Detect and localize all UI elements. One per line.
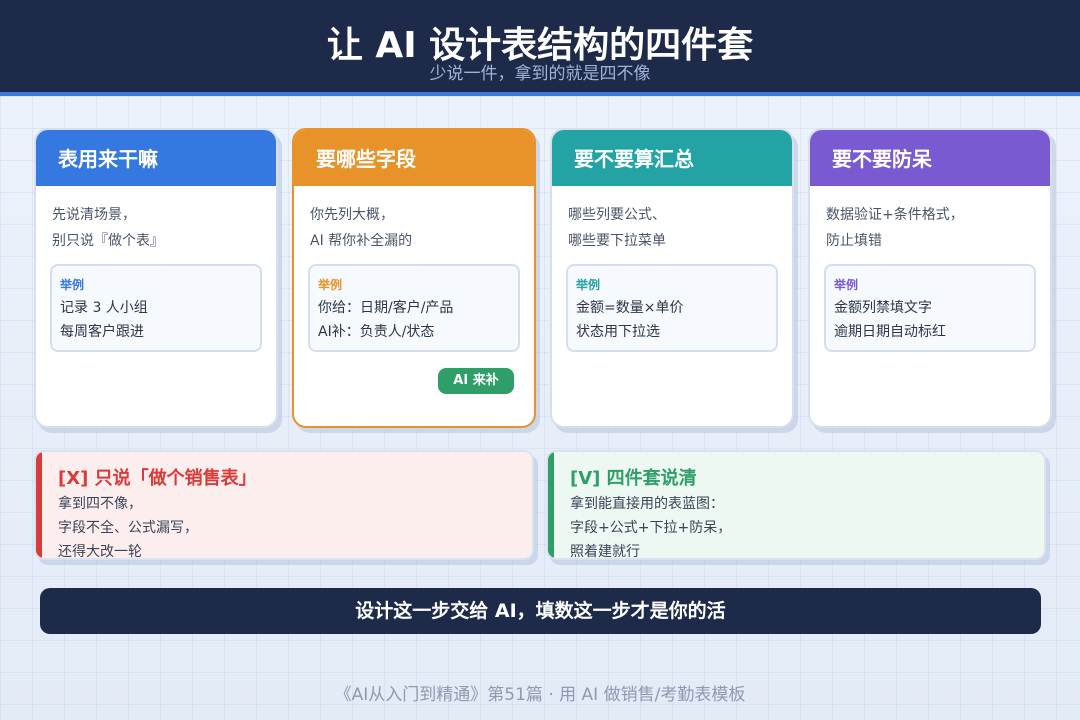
example-line: 逾期日期自动标红 [834,324,946,340]
good-example-box: [V] 四件套说清 拿到能直接用的表蓝图： 字段+公式+下拉+防呆， 照着建就行 [546,450,1046,560]
bad-accent-bar [36,452,42,558]
card-desc-line: 防止填错 [826,233,882,249]
bad-example-line: 拿到四不像， [58,496,142,512]
good-example-line: 拿到能直接用的表蓝图： [570,496,724,512]
card-description: 哪些列要公式、 哪些要下拉菜单 [552,186,792,254]
card-error-proofing: 要不要防呆 数据验证+条件格式， 防止填错 举例 金额列禁填文字 逾期日期自动标… [808,128,1052,428]
good-example-line: 照着建就行 [570,544,640,560]
example-line: 每周客户跟进 [60,324,144,340]
example-line: 记录 3 人小组 [60,300,148,316]
example-label: 举例 [576,278,601,292]
card-desc-line: 你先列大概， [310,207,394,223]
example-line: AI补：负责人/状态 [318,324,435,340]
good-example-line: 字段+公式+下拉+防呆， [570,520,732,536]
bad-example-box: [X] 只说「做个销售表」 拿到四不像， 字段不全、公式漏写， 还得大改一轮 [34,450,534,560]
card-fields: 要哪些字段 你先列大概， AI 帮你补全漏的 举例 你给：日期/客户/产品 AI… [292,128,536,428]
card-desc-line: AI 帮你补全漏的 [310,233,413,249]
example-line: 金额列禁填文字 [834,300,932,316]
header: 让 AI 设计表结构的四件套 少说一件，拿到的就是四不像 [0,0,1080,92]
page-subtitle: 少说一件，拿到的就是四不像 [429,64,651,84]
summary-banner: 设计这一步交给 AI，填数这一步才是你的活 [40,588,1041,634]
footer-caption: 《AI从入门到精通》第51篇 · 用 AI 做销售/考勤表模板 [334,685,746,705]
card-desc-line: 先说清场景， [52,207,136,223]
card-title: 要不要算汇总 [552,130,792,186]
good-example-title: [V] 四件套说清 [570,468,697,489]
ai-fill-badge: AI 来补 [438,368,514,394]
card-desc-line: 数据验证+条件格式， [826,207,964,223]
example-line: 金额=数量×单价 [576,300,684,316]
card-desc-line: 哪些列要公式、 [568,207,666,223]
card-title: 要哪些字段 [294,130,534,186]
example-label: 举例 [318,278,343,292]
example-box: 举例 你给：日期/客户/产品 AI补：负责人/状态 [308,264,520,352]
example-line: 状态用下拉选 [576,324,660,340]
example-label: 举例 [834,278,859,292]
card-desc-line: 哪些要下拉菜单 [568,233,666,249]
card-description: 数据验证+条件格式， 防止填错 [810,186,1050,254]
good-accent-bar [548,452,554,558]
card-summary: 要不要算汇总 哪些列要公式、 哪些要下拉菜单 举例 金额=数量×单价 状态用下拉… [550,128,794,428]
bad-example-line: 还得大改一轮 [58,544,142,560]
header-accent-line [0,92,1080,96]
example-box: 举例 金额列禁填文字 逾期日期自动标红 [824,264,1036,352]
example-box: 举例 金额=数量×单价 状态用下拉选 [566,264,778,352]
example-line: 你给：日期/客户/产品 [318,300,454,316]
bad-example-line: 字段不全、公式漏写， [58,520,198,536]
bad-example-body: 拿到四不像， 字段不全、公式漏写， 还得大改一轮 [58,492,514,560]
bad-example-title: [X] 只说「做个销售表」 [58,468,257,489]
example-label: 举例 [60,278,85,292]
card-title: 表用来干嘛 [36,130,276,186]
card-description: 先说清场景， 别只说『做个表』 [36,186,276,254]
card-desc-line: 别只说『做个表』 [52,233,164,249]
example-box: 举例 记录 3 人小组 每周客户跟进 [50,264,262,352]
good-example-body: 拿到能直接用的表蓝图： 字段+公式+下拉+防呆， 照着建就行 [570,492,1026,560]
card-purpose: 表用来干嘛 先说清场景， 别只说『做个表』 举例 记录 3 人小组 每周客户跟进 [34,128,278,428]
card-description: 你先列大概， AI 帮你补全漏的 [294,186,534,254]
card-title: 要不要防呆 [810,130,1050,186]
